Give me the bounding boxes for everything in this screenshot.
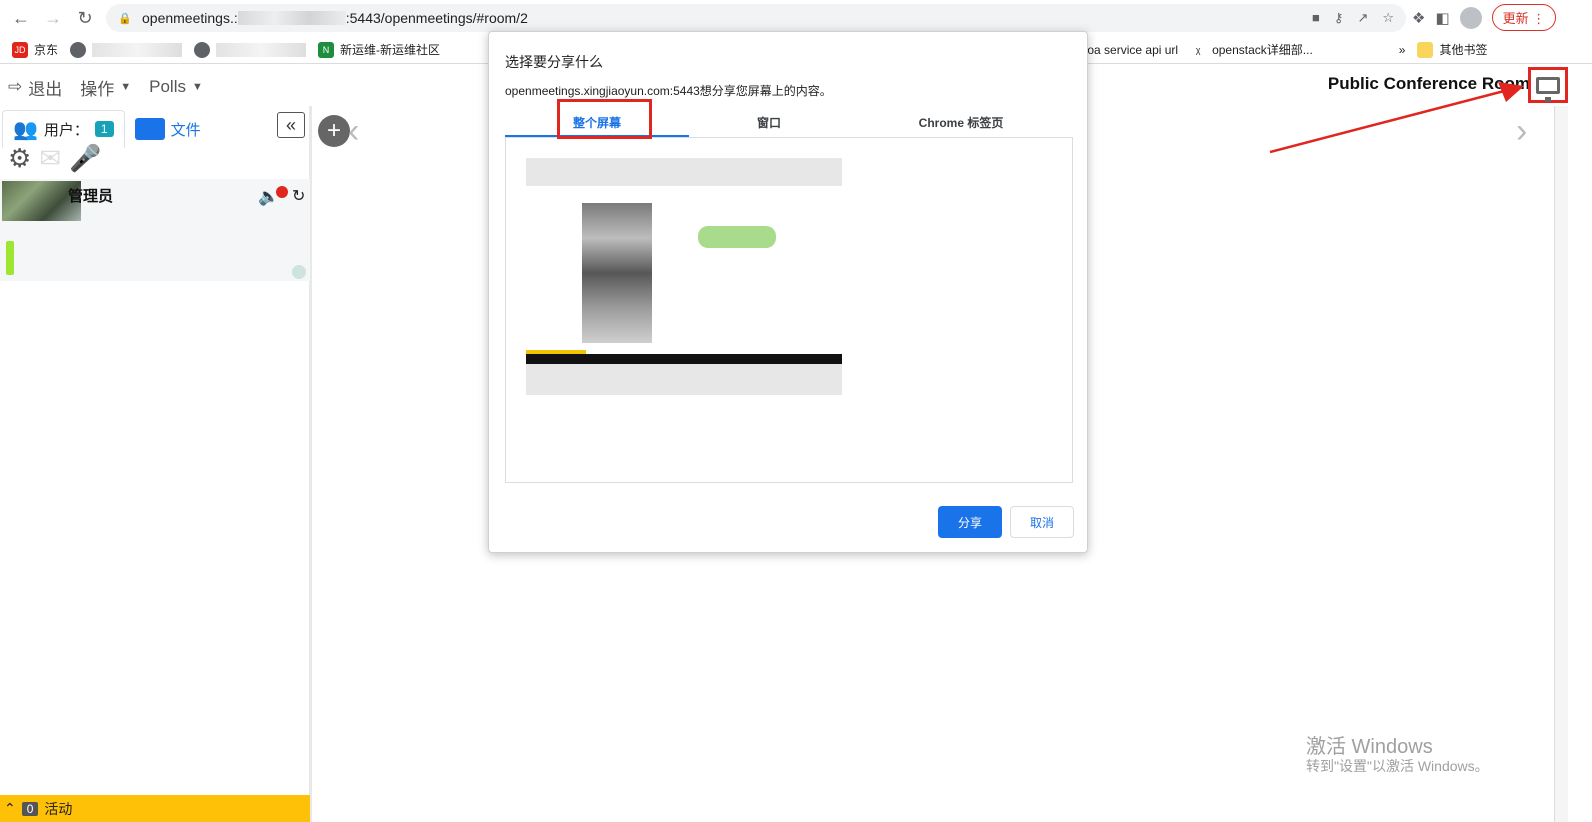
tab-files[interactable]: 文件 (125, 110, 211, 148)
thumbnail-pixelated-region (582, 203, 652, 343)
bookmark-label: 京东 (34, 43, 59, 57)
folder-icon (1417, 41, 1434, 58)
camera-icon[interactable]: ■ (1312, 10, 1320, 26)
bookmark-redacted-2[interactable] (194, 41, 307, 58)
annotation-highlight-box (557, 99, 652, 139)
activity-bar[interactable]: ⌃ 0 活动 (0, 795, 310, 822)
omnibox-icons: ■ ⚷ ↗ ☆ (1312, 10, 1394, 26)
microphone-icon[interactable]: 🎤 (69, 143, 101, 174)
exit-icon: ⇨ (8, 77, 23, 96)
cancel-button[interactable]: 取消 (1010, 506, 1074, 538)
share-button[interactable]: 分享 (938, 506, 1002, 538)
bookmark-redacted (92, 42, 183, 57)
monitor-icon (1536, 76, 1560, 102)
dialog-subtitle: openmeetings.xingjiaoyun.com:5443想分享您屏幕上… (505, 84, 832, 98)
bookmark-openstack[interactable]: χ openstack详细部... (1190, 41, 1313, 58)
annotation-arrow (1269, 82, 1524, 154)
activation-watermark-title: 激活 Windows (1306, 736, 1433, 758)
share-screen-button[interactable] (1528, 67, 1568, 103)
back-icon[interactable]: ← (6, 3, 36, 33)
extensions-icon[interactable]: ❖ (1412, 9, 1425, 27)
bookmark-label: o2oa service api url (1074, 42, 1179, 57)
bookmark-redacted-1[interactable] (70, 41, 183, 58)
collapse-sidebar-button[interactable]: « (277, 112, 305, 138)
users-count-badge: 1 (94, 121, 114, 137)
chevron-left-icon[interactable]: ‹ (348, 112, 359, 151)
bookmark-other[interactable]: 其他书签 (1417, 41, 1488, 58)
actions-menu[interactable]: 操作 ▼ (80, 75, 131, 100)
exit-label: 退出 (28, 79, 63, 99)
chevron-up-icon: ⌃ (4, 800, 16, 816)
bookmark-jd[interactable]: JD 京东 (12, 41, 58, 58)
status-dot-icon (292, 265, 306, 279)
key-icon[interactable]: ⚷ (1334, 10, 1344, 26)
files-tab-label: 文件 (170, 121, 201, 139)
polls-menu[interactable]: Polls ▼ (149, 77, 203, 97)
globe-icon (70, 41, 87, 58)
user-name: 管理员 (68, 188, 114, 205)
folder-icon (134, 118, 165, 140)
caret-down-icon: ▼ (192, 81, 203, 93)
users-icon: 👥 (13, 118, 38, 141)
dialog-title: 选择要分享什么 (505, 54, 603, 70)
sidebar: 👥 用户： 1 文件 « 管理员 ⚙ ✉ 🎤 🔈 ↻ (0, 106, 312, 822)
url-redacted (237, 11, 346, 25)
sidepanel-icon[interactable]: ◧ (1435, 9, 1449, 27)
bookmark-label: 新运维-新运维社区 (340, 43, 441, 57)
activity-count: 0 (21, 801, 39, 816)
url-suffix: :5443/openmeetings/#room/2 (345, 10, 528, 26)
dialog-panel (505, 138, 1073, 483)
star-icon[interactable]: ☆ (1382, 10, 1394, 26)
polls-label: Polls (149, 77, 186, 96)
user-controls: ⚙ ✉ 🎤 (8, 143, 101, 174)
level-indicator (6, 241, 14, 275)
bookmark-label: 其他书签 (1439, 43, 1488, 57)
address-bar[interactable]: 🔒 openmeetings.: :5443/openmeetings/#roo… (106, 4, 1406, 32)
gear-icon[interactable]: ⚙ (8, 143, 31, 174)
share-screen-dialog: 选择要分享什么 openmeetings.xingjiaoyun.com:544… (488, 31, 1088, 553)
reload-icon[interactable]: ↻ (70, 3, 100, 33)
exit-button[interactable]: ⇨ 退出 (8, 75, 62, 100)
bookmark-redacted (216, 42, 307, 57)
tab-chrome-tab[interactable]: Chrome 标签页 (849, 110, 1073, 137)
right-panel-strip[interactable] (1554, 106, 1568, 822)
screen-thumbnail[interactable] (526, 158, 842, 395)
bookmark-more-icon[interactable]: » (1399, 43, 1406, 57)
bookmark-xinyunwei[interactable]: N 新运维-新运维社区 (318, 41, 440, 58)
url-prefix: openmeetings.: (142, 10, 238, 26)
lock-icon: 🔒 (118, 12, 132, 25)
thumbnail-green-bubble (698, 226, 776, 248)
jd-icon: JD (12, 41, 28, 58)
activation-watermark-subtitle: 转到"设置"以激活 Windows。 (1306, 758, 1489, 774)
camera-off-icon[interactable]: ✉ (39, 143, 61, 174)
update-label: 更新 (1502, 11, 1529, 26)
record-dot-icon (276, 186, 288, 198)
thumbnail-screen (526, 186, 842, 354)
forward-icon[interactable]: → (38, 3, 68, 33)
refresh-icon[interactable]: ↻ (292, 186, 305, 206)
tab-window[interactable]: 窗口 (689, 110, 849, 137)
profile-avatar[interactable] (1459, 6, 1482, 29)
activity-label: 活动 (44, 800, 73, 817)
bookmark-label: openstack详细部... (1212, 43, 1313, 57)
thumbnail-taskbar (526, 354, 842, 364)
users-tab-label: 用户： (43, 121, 89, 139)
actions-label: 操作 (80, 79, 115, 99)
caret-down-icon: ▼ (120, 81, 132, 93)
add-whiteboard-button[interactable]: + (318, 115, 350, 147)
globe-icon (194, 41, 211, 58)
user-list-item[interactable]: 管理员 ⚙ ✉ 🎤 🔈 ↻ (0, 143, 310, 281)
browser-right-tools: ❖ ◧ 更新 ⋮ (1412, 4, 1557, 31)
update-button[interactable]: 更新 ⋮ (1491, 4, 1557, 31)
link-icon: χ (1195, 44, 1201, 55)
share-page-icon[interactable]: ↗ (1357, 10, 1368, 26)
n-icon: N (318, 41, 335, 58)
